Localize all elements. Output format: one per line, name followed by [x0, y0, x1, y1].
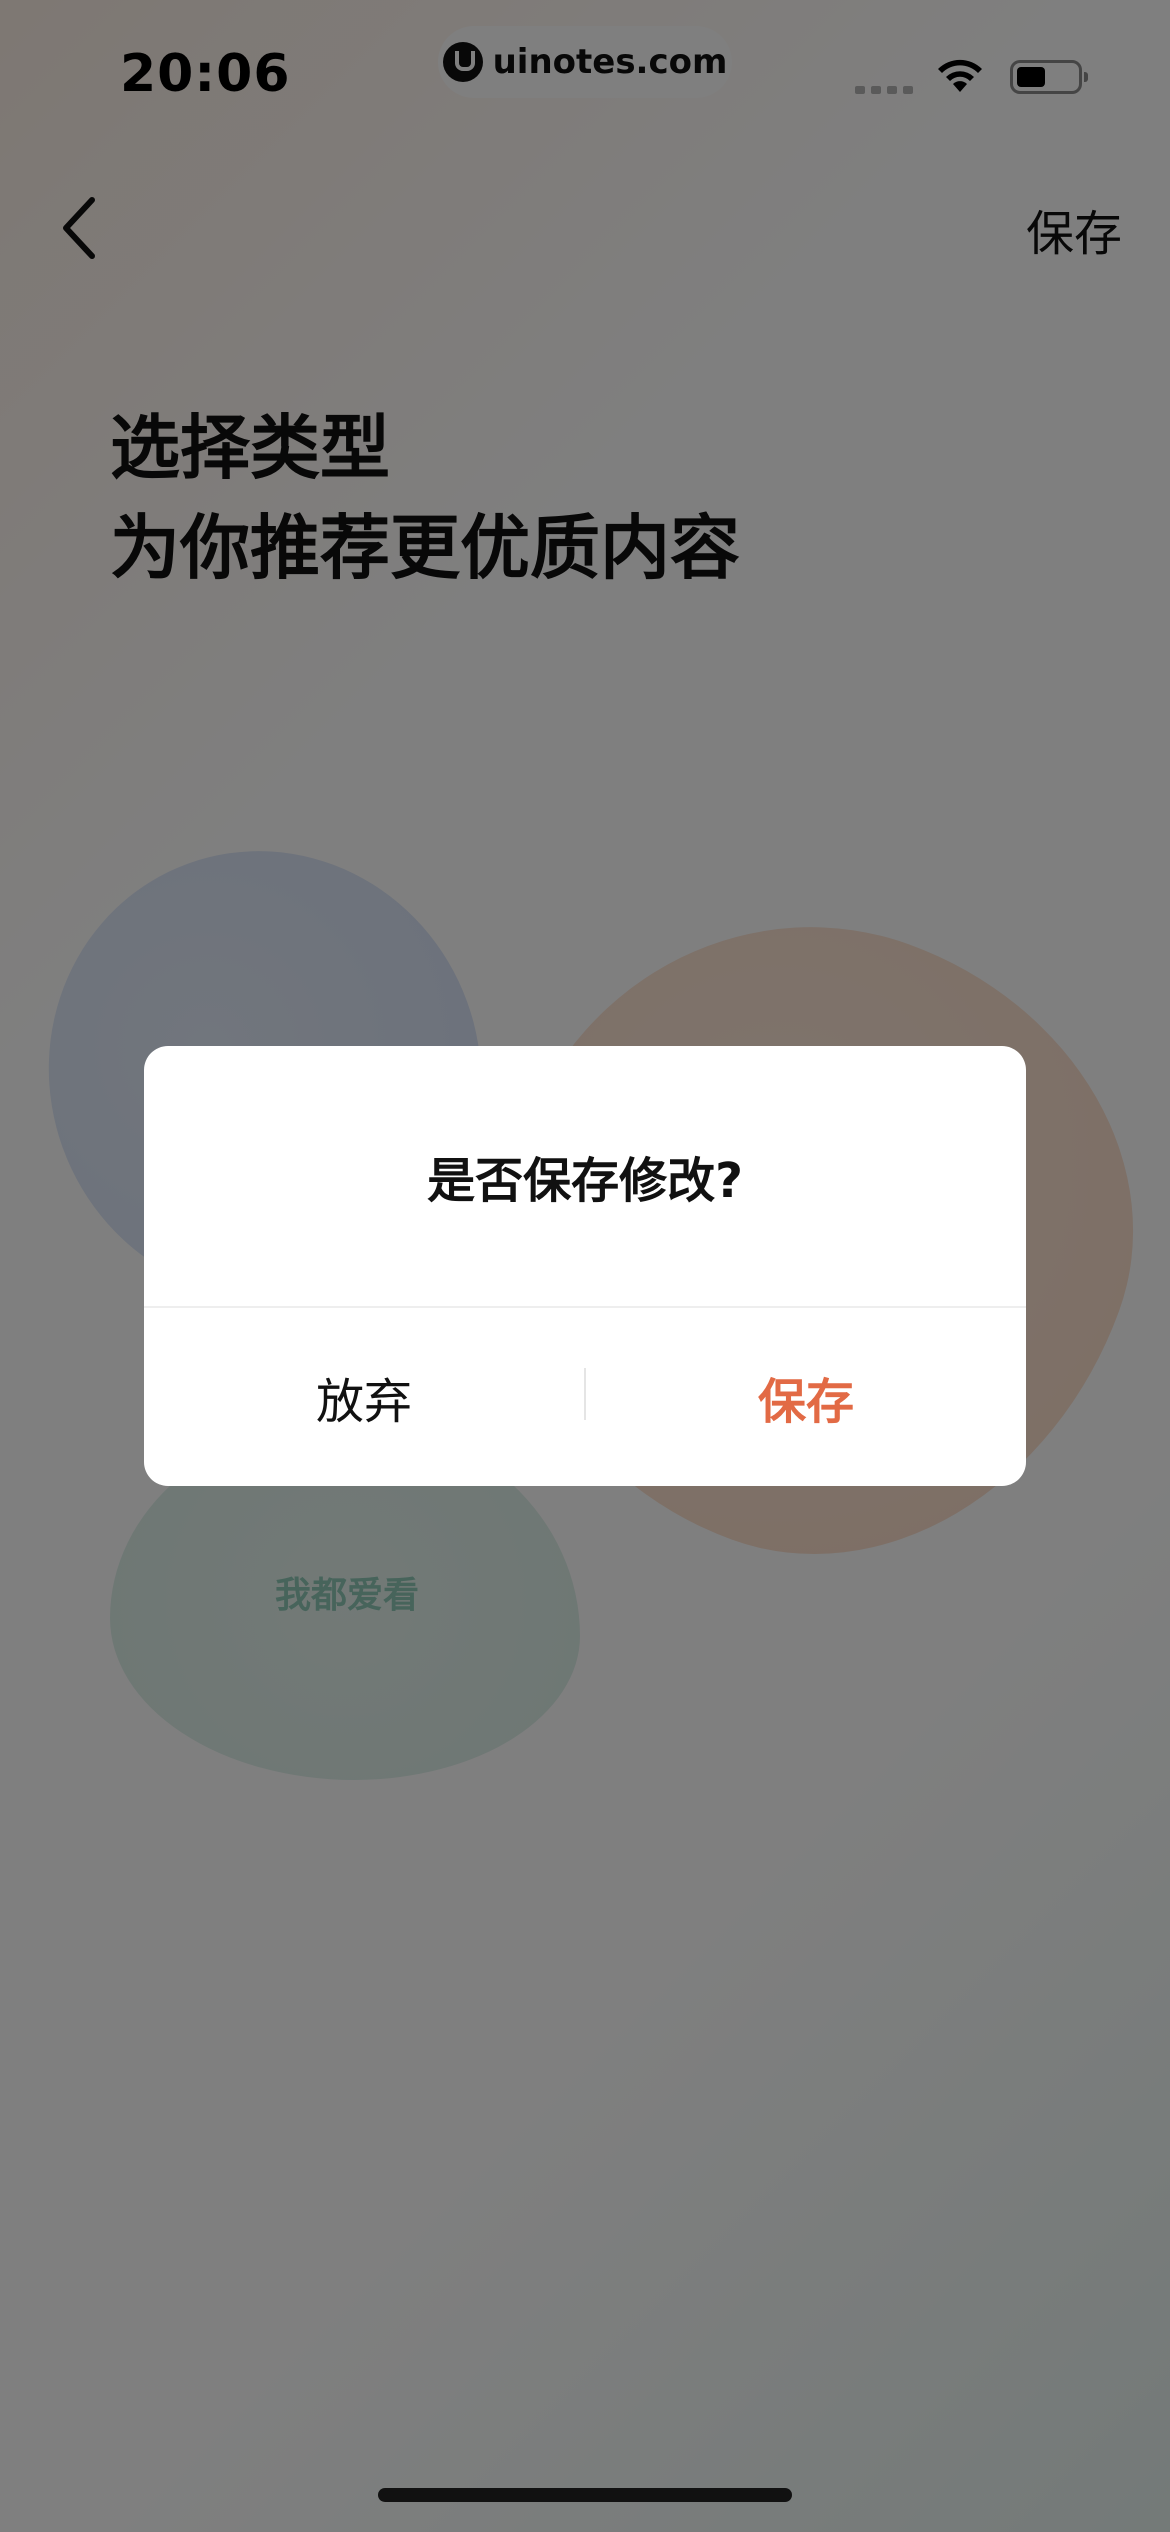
discard-button[interactable]: 放弃: [144, 1308, 584, 1486]
dialog-title: 是否保存修改?: [427, 1153, 743, 1209]
save-confirm-dialog: 是否保存修改? 放弃 保存: [144, 1046, 1026, 1486]
home-indicator[interactable]: [378, 2488, 792, 2502]
screen: 20:06 uinotes.com 保存 选择类型 为你推荐更优质内容 我都爱看…: [0, 0, 1170, 2532]
dialog-save-button[interactable]: 保存: [586, 1308, 1026, 1486]
